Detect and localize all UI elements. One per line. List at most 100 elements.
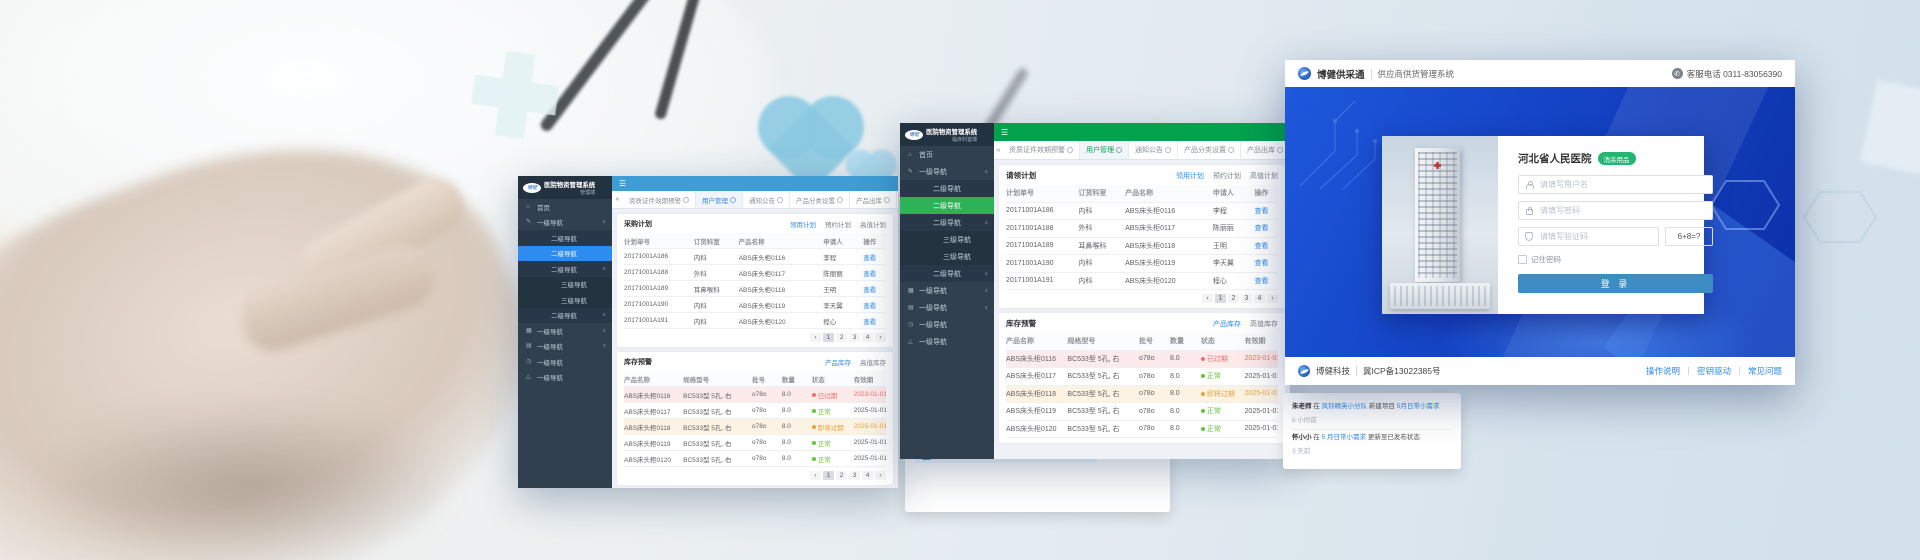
tab[interactable]: 资质证件效期预警 [623, 191, 696, 208]
view-link[interactable]: 查看 [1254, 276, 1278, 286]
password-input[interactable] [1538, 205, 1706, 216]
page-number[interactable]: 2 [1228, 294, 1239, 303]
sidebar-item-label: 二级导航 [551, 248, 577, 258]
sidebar-item[interactable]: 二级导航 [518, 246, 612, 262]
page-number[interactable]: 3 [849, 471, 860, 480]
plan-filter-link[interactable]: 高值计划 [1250, 171, 1278, 181]
inventory-filter-link[interactable]: 产品库存 [1213, 319, 1241, 329]
sidebar-item[interactable]: 二级导航 [900, 265, 994, 282]
view-link[interactable]: 查看 [863, 284, 886, 294]
prev-page-icon[interactable] [1202, 294, 1213, 303]
tab[interactable]: 产品分类设置 [790, 191, 850, 208]
page-number[interactable]: 2 [836, 333, 847, 342]
tab-label: 通知公告 [1135, 145, 1163, 155]
sidebar-item[interactable]: 三级导航 [900, 248, 994, 265]
menu-icon [908, 169, 915, 175]
inventory-filter-link[interactable]: 产品库存 [825, 357, 851, 367]
plan-filter-link[interactable]: 预约计划 [1213, 171, 1241, 181]
footer-link[interactable]: 操作说明 [1646, 365, 1680, 377]
tab[interactable]: 用户管理 [1080, 141, 1129, 159]
password-field[interactable] [1518, 201, 1713, 220]
sidebar-item[interactable]: 二级导航 [900, 197, 994, 214]
feed-item[interactable]: 朱老师 在 风铃精英小分队 新建项目 5月日常小需求 5 小时前 [1292, 399, 1452, 430]
tab[interactable]: 通知公告 [743, 191, 790, 208]
sidebar-item[interactable]: 一级导航 [900, 163, 994, 180]
sidebar-item[interactable]: 首页 [900, 146, 994, 163]
tab[interactable]: 用户管理 [696, 191, 743, 208]
next-page-icon[interactable] [875, 471, 886, 480]
inventory-filter-link[interactable]: 高值库存 [1250, 319, 1278, 329]
view-link[interactable]: 查看 [863, 300, 886, 310]
prev-page-icon[interactable] [810, 333, 821, 342]
inventory-filter-link[interactable]: 高值库存 [860, 357, 886, 367]
sidebar-item[interactable]: 三级导航 [518, 292, 612, 308]
sidebar-item[interactable]: 二级导航 [518, 308, 612, 324]
page-number[interactable]: 3 [1241, 294, 1252, 303]
tab[interactable]: 产品分类设置 [1178, 141, 1241, 159]
page-number[interactable]: 2 [836, 471, 847, 480]
page-number[interactable]: 3 [849, 333, 860, 342]
prev-page-icon[interactable] [810, 471, 821, 480]
sidebar-item[interactable]: 一级导航 [518, 323, 612, 339]
sidebar-item[interactable]: 一级导航 [518, 354, 612, 370]
tab[interactable]: 资质证件效期预警 [1003, 141, 1080, 159]
username-input[interactable] [1538, 179, 1706, 190]
tab[interactable]: 产品出库 [850, 191, 897, 208]
page-number[interactable]: 1 [823, 471, 834, 480]
collapse-tabs-icon[interactable] [994, 141, 1003, 159]
checkbox-icon[interactable] [1518, 255, 1527, 264]
sidebar-item[interactable]: 三级导航 [900, 231, 994, 248]
table-row: ABS床头柜0118 BC533型 5孔, 右 o78o 8.0 即将过期 20… [624, 419, 886, 435]
sidebar-item-label: 二级导航 [933, 218, 961, 228]
page-number[interactable]: 4 [862, 471, 873, 480]
view-link[interactable]: 查看 [863, 252, 886, 262]
username-field[interactable] [1518, 175, 1713, 194]
page-number[interactable]: 4 [1254, 294, 1265, 303]
captcha-input[interactable] [1538, 231, 1652, 242]
remember-password-option[interactable]: 记住密码 [1518, 254, 1713, 265]
sidebar-item[interactable]: 一级导航 [900, 282, 994, 299]
view-link[interactable]: 查看 [863, 316, 886, 326]
sidebar-item[interactable]: 三级导航 [518, 277, 612, 293]
page-number[interactable]: 1 [823, 333, 834, 342]
footer-link[interactable]: 常见问题 [1748, 365, 1782, 377]
sidebar-item[interactable]: 二级导航 [518, 230, 612, 246]
plan-filter-link[interactable]: 领用计划 [1176, 171, 1204, 181]
view-link[interactable]: 查看 [863, 268, 886, 278]
next-page-icon[interactable] [1267, 294, 1278, 303]
captcha-field[interactable] [1518, 227, 1659, 246]
plan-filter-link[interactable]: 预约计划 [825, 219, 851, 229]
brand-logo-icon [1298, 365, 1310, 377]
footer-link[interactable]: 密钥驱动 [1697, 365, 1731, 377]
feed-item[interactable]: 怀小小 在 5 月日常小需求 更新至已发布状态 3 天前 [1292, 430, 1452, 460]
tab[interactable]: 产品出库 [1241, 141, 1290, 159]
hamburger-icon[interactable] [1001, 128, 1008, 137]
sidebar-item[interactable]: 一级导航 [518, 215, 612, 231]
sidebar-item[interactable]: 一级导航 [900, 333, 994, 350]
sidebar-item[interactable]: 一级导航 [518, 339, 612, 355]
sidebar-item[interactable]: 首页 [518, 199, 612, 215]
tab[interactable]: 通知公告 [1129, 141, 1178, 159]
sidebar-item[interactable]: 二级导航 [518, 261, 612, 277]
sidebar-item[interactable]: 一级导航 [900, 316, 994, 333]
view-link[interactable]: 查看 [1254, 241, 1278, 251]
sidebar-item[interactable]: 二级导航 [900, 214, 994, 231]
sidebar-item[interactable]: 二级导航 [900, 180, 994, 197]
card-title: 库存预警 [1006, 318, 1036, 329]
captcha-question[interactable]: 6+8=? [1665, 227, 1713, 246]
table-row: 20171001A186 内科 ABS床头柜0116 李程 查看 [624, 249, 886, 265]
page-number[interactable]: 1 [1215, 294, 1226, 303]
collapse-tabs-icon[interactable] [612, 191, 623, 208]
next-page-icon[interactable] [875, 333, 886, 342]
view-link[interactable]: 查看 [1254, 206, 1278, 216]
view-link[interactable]: 查看 [1254, 258, 1278, 268]
plan-filter-link[interactable]: 高值计划 [860, 219, 886, 229]
hamburger-icon[interactable] [619, 179, 626, 188]
sidebar-item[interactable]: 一级导航 [518, 370, 612, 386]
page-number[interactable]: 4 [862, 333, 873, 342]
plan-filter-link[interactable]: 领用计划 [790, 219, 816, 229]
sidebar-item[interactable]: 一级导航 [900, 299, 994, 316]
view-link[interactable]: 查看 [1254, 223, 1278, 233]
login-hero: 河北省人民医院 消杀用品 [1285, 87, 1795, 357]
login-button[interactable]: 登 录 [1518, 274, 1713, 293]
